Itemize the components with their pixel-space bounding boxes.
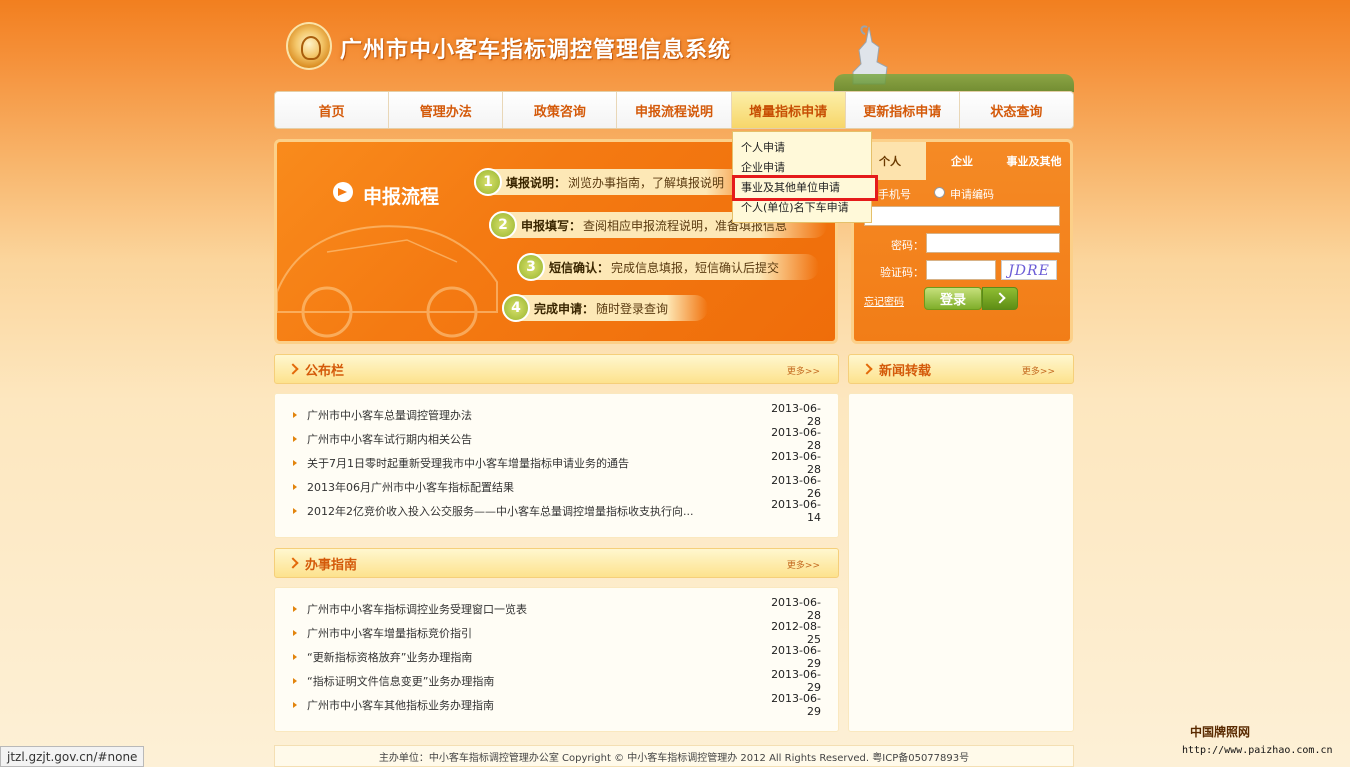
list-item[interactable]: 2013年06月广州市中小客车指标配置结果 2013-06-26: [293, 474, 821, 500]
step-text: 完成信息填报，短信确认后提交: [611, 260, 780, 275]
bullet-icon: [293, 606, 297, 612]
step-number: 1: [474, 168, 502, 196]
bullet-icon: [293, 654, 297, 660]
list-item[interactable]: “指标证明文件信息变更”业务办理指南 2013-06-29: [293, 668, 821, 694]
list-item[interactable]: 2012年2亿竞价收入投入公交服务——中小客车总量调控增量指标收支执行向... 2…: [293, 498, 821, 524]
nav-status-query[interactable]: 状态查询: [960, 92, 1073, 128]
process-step-3: 3 短信确认： 完成信息填报，短信确认后提交: [517, 253, 820, 281]
bullet-icon: [293, 678, 297, 684]
step-label: 填报说明：: [506, 175, 567, 190]
page-container: 广州市中小客车指标调控管理信息系统 首页 管理办法 政策咨询 申报流程说明 增量…: [274, 0, 1074, 767]
chevron-right-icon: [861, 363, 873, 375]
step-label: 短信确认：: [549, 260, 610, 275]
bullet-icon: [293, 412, 297, 418]
bullet-icon: [293, 702, 297, 708]
list-item[interactable]: 广州市中小客车指标调控业务受理窗口一览表 2013-06-28: [293, 596, 821, 622]
password-label: 密码：: [891, 239, 924, 252]
list-item[interactable]: 广州市中小客车其他指标业务办理指南 2013-06-29: [293, 692, 821, 718]
tab-institution[interactable]: 事业及其他: [998, 142, 1070, 180]
chevron-right-icon: [287, 557, 299, 569]
step-number: 2: [489, 211, 517, 239]
nav-home[interactable]: 首页: [275, 92, 390, 128]
nav-policy[interactable]: 政策咨询: [503, 92, 618, 128]
bullet-icon: [293, 508, 297, 514]
header-trees-decoration: [834, 74, 1074, 92]
step-label: 完成申请：: [534, 301, 595, 316]
guide-list: 广州市中小客车指标调控业务受理窗口一览表 2013-06-28 广州市中小客车增量…: [274, 587, 839, 732]
radio-apply-code-label: 申请编码: [950, 188, 994, 201]
news-title: 新闻转载: [879, 363, 932, 379]
list-item[interactable]: 广州市中小客车总量调控管理办法 2013-06-28: [293, 402, 821, 428]
radio-apply-code[interactable]: [934, 187, 945, 198]
nav-regulations[interactable]: 管理办法: [389, 92, 504, 128]
announcements-list: 广州市中小客车总量调控管理办法 2013-06-28 广州市中小客车试行期内相关公…: [274, 393, 839, 538]
step-text: 随时登录查询: [596, 301, 669, 316]
tab-enterprise[interactable]: 企业: [926, 142, 998, 180]
announcements-header: 公布栏 更多>>: [274, 354, 839, 384]
list-item[interactable]: 广州市中小客车试行期内相关公告 2013-06-28: [293, 426, 821, 452]
password-input[interactable]: [926, 233, 1060, 253]
list-item[interactable]: “更新指标资格放弃”业务办理指南 2013-06-29: [293, 644, 821, 670]
list-item[interactable]: 广州市中小客车增量指标竞价指引 2012-08-25: [293, 620, 821, 646]
news-more-link[interactable]: 更多>>: [1022, 364, 1055, 377]
bullet-icon: [293, 630, 297, 636]
nav-process[interactable]: 申报流程说明: [617, 92, 732, 128]
bullet-icon: [293, 460, 297, 466]
menu-institution-apply[interactable]: 事业及其他单位申请: [732, 175, 878, 201]
process-step-4: 4 完成申请： 随时登录查询: [502, 294, 709, 322]
menu-vehicle-apply[interactable]: 个人(单位)名下车申请: [741, 198, 871, 218]
list-item[interactable]: 关于7月1日零时起重新受理我市中小客车增量指标申请业务的通告 2013-06-28: [293, 450, 821, 476]
username-input[interactable]: [864, 206, 1060, 226]
captcha-image[interactable]: JDRE: [1001, 260, 1057, 280]
banner-title: 申报流程: [363, 186, 440, 208]
step-number: 3: [517, 253, 545, 281]
announcements-title: 公布栏: [305, 363, 345, 379]
menu-enterprise-apply[interactable]: 企业申请: [741, 158, 871, 178]
watermark-name: 中国牌照网: [1190, 725, 1251, 739]
radio-phone-label: 手机号: [878, 188, 911, 201]
step-label: 申报填写：: [521, 218, 582, 233]
arrow-right-icon: [333, 182, 353, 202]
nav-increment-apply[interactable]: 增量指标申请: [731, 92, 846, 128]
menu-personal-apply[interactable]: 个人申请: [741, 138, 871, 158]
step-number: 4: [502, 294, 530, 322]
nav-renew-apply[interactable]: 更新指标申请: [846, 92, 960, 128]
announcements-more-link[interactable]: 更多>>: [787, 364, 820, 377]
login-panel: 个人 企业 事业及其他 手机号 申请编码 密码： 验证码： JDRE 忘记密码 …: [851, 139, 1073, 344]
main-nav: 首页 管理办法 政策咨询 申报流程说明 增量指标申请 更新指标申请 状态查询: [274, 91, 1074, 129]
guide-more-link[interactable]: 更多>>: [787, 558, 820, 571]
process-step-1: 1 填报说明： 浏览办事指南，了解填报说明: [474, 168, 765, 196]
page-footer: 主办单位：中小客车指标调控管理办公室 Copyright © 中小客车指标调控管…: [274, 745, 1074, 767]
bullet-icon: [293, 484, 297, 490]
login-button[interactable]: 登录: [924, 287, 982, 310]
guide-title: 办事指南: [305, 557, 358, 573]
browser-status-url: jtzl.gzjt.gov.cn/#none: [0, 746, 145, 767]
guide-header: 办事指南 更多>>: [274, 548, 839, 578]
bullet-icon: [293, 436, 297, 442]
site-title: 广州市中小客车指标调控管理信息系统: [340, 38, 732, 63]
chevron-right-icon: [287, 363, 299, 375]
step-text: 浏览办事指南，了解填报说明: [568, 175, 725, 190]
increment-apply-dropdown: 个人申请 企业申请 事业及其他单位申请 个人(单位)名下车申请: [732, 131, 878, 223]
captcha-label: 验证码：: [880, 266, 924, 279]
login-tabs: 个人 企业 事业及其他: [854, 142, 1070, 180]
news-list: [848, 393, 1074, 732]
news-header: 新闻转载 更多>>: [848, 354, 1074, 384]
site-logo: [286, 22, 332, 70]
watermark-url: http://www.paizhao.com.cn: [1182, 745, 1333, 756]
login-arrow-icon[interactable]: [982, 287, 1018, 310]
captcha-input[interactable]: [926, 260, 996, 280]
forgot-password-link[interactable]: 忘记密码: [864, 293, 904, 308]
